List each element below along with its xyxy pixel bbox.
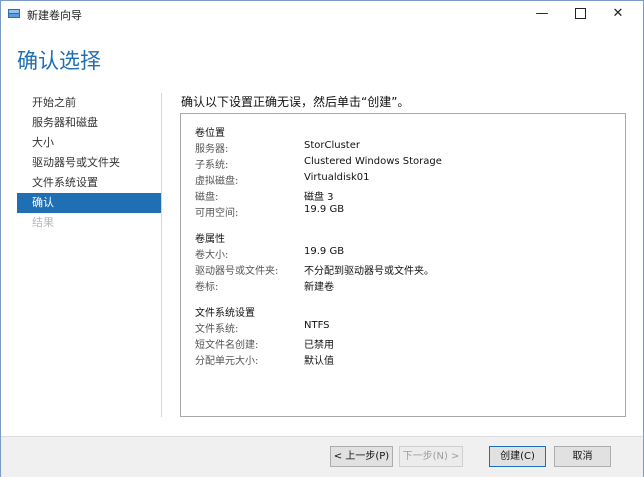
server-value: StorCluster bbox=[304, 140, 360, 151]
section-title-volume-location: 卷位置 bbox=[195, 128, 225, 139]
allocation-unit-value: 默认值 bbox=[304, 356, 334, 367]
filesystem-label: 文件系统: bbox=[195, 324, 239, 335]
wizard-nav: 开始之前 服务器和磁盘 大小 驱动器号或文件夹 文件系统设置 确认 结果 bbox=[17, 93, 161, 233]
close-icon: ✕ bbox=[612, 6, 624, 21]
window-title: 新建卷向导 bbox=[27, 9, 82, 22]
nav-item-drive-letter[interactable]: 驱动器号或文件夹 bbox=[17, 153, 161, 173]
close-button[interactable]: ✕ bbox=[601, 1, 635, 27]
minimize-button[interactable]: — bbox=[525, 1, 559, 27]
volume-label-label: 卷标: bbox=[195, 282, 219, 293]
drive-letter-label: 驱动器号或文件夹: bbox=[195, 266, 279, 277]
cancel-button[interactable]: 取消 bbox=[554, 446, 611, 467]
instruction-text: 确认以下设置正确无误，然后单击“创建”。 bbox=[181, 95, 410, 109]
nav-item-filesystem-settings[interactable]: 文件系统设置 bbox=[17, 173, 161, 193]
disk-label: 磁盘: bbox=[195, 192, 219, 203]
free-space-value: 19.9 GB bbox=[304, 204, 345, 215]
create-button[interactable]: 创建(C) bbox=[489, 446, 546, 467]
nav-item-size[interactable]: 大小 bbox=[17, 133, 161, 153]
wizard-window: 新建卷向导 — ✕ 确认选择 开始之前 服务器和磁盘 大小 驱动器号或文件夹 文… bbox=[0, 0, 644, 477]
short-names-label: 短文件名创建: bbox=[195, 340, 259, 351]
disk-value: 磁盘 3 bbox=[304, 192, 334, 203]
section-title-volume-properties: 卷属性 bbox=[195, 234, 225, 245]
virtual-disk-label: 虚拟磁盘: bbox=[195, 176, 239, 187]
next-button: 下一步(N) > bbox=[399, 446, 463, 467]
previous-button[interactable]: < 上一步(P) bbox=[330, 446, 393, 467]
volume-wizard-icon bbox=[8, 9, 20, 18]
nav-item-before-you-begin[interactable]: 开始之前 bbox=[17, 93, 161, 113]
title-bar[interactable]: 新建卷向导 — ✕ bbox=[1, 1, 643, 27]
short-names-value: 已禁用 bbox=[304, 340, 334, 351]
page-title: 确认选择 bbox=[17, 49, 101, 73]
summary-panel[interactable]: 卷位置 服务器: StorCluster 子系统: Clustered Wind… bbox=[180, 113, 626, 417]
maximize-button[interactable] bbox=[563, 1, 597, 27]
nav-item-results: 结果 bbox=[32, 216, 54, 229]
volume-size-label: 卷大小: bbox=[195, 250, 229, 261]
nav-divider bbox=[161, 93, 162, 417]
section-title-filesystem: 文件系统设置 bbox=[195, 308, 255, 319]
maximize-icon bbox=[574, 8, 586, 19]
minimize-icon: — bbox=[535, 6, 549, 21]
allocation-unit-label: 分配单元大小: bbox=[195, 356, 259, 367]
free-space-label: 可用空间: bbox=[195, 208, 239, 219]
volume-label-value: 新建卷 bbox=[304, 282, 334, 293]
subsystem-value: Clustered Windows Storage bbox=[304, 156, 442, 167]
nav-item-confirmation[interactable]: 确认 bbox=[17, 193, 161, 213]
drive-letter-value: 不分配到驱动器号或文件夹。 bbox=[304, 266, 434, 277]
filesystem-value: NTFS bbox=[304, 320, 330, 331]
virtual-disk-value: Virtualdisk01 bbox=[304, 172, 370, 183]
volume-size-value: 19.9 GB bbox=[304, 246, 345, 257]
nav-item-server-and-disk[interactable]: 服务器和磁盘 bbox=[17, 113, 161, 133]
button-bar: < 上一步(P) 下一步(N) > 创建(C) 取消 bbox=[1, 436, 643, 477]
server-label: 服务器: bbox=[195, 144, 229, 155]
subsystem-label: 子系统: bbox=[195, 160, 229, 171]
